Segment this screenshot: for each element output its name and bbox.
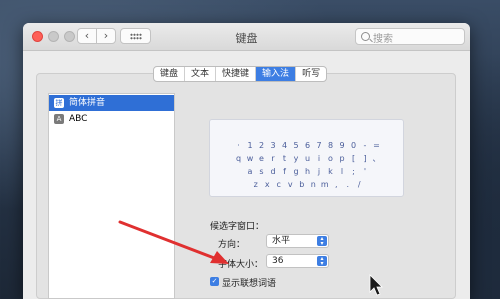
key: b [299, 180, 305, 189]
keyboard-row-3: a s d f g h j k l; ' [210, 159, 405, 176]
predictive-checkbox[interactable]: ✓ [210, 277, 219, 286]
candidate-window-label: 候选字窗口： [210, 222, 265, 232]
keyboard-row-1: · 1 2 3 4 5 6 7 8 9 0- = [210, 133, 405, 150]
font-size-value: 36 [272, 256, 284, 266]
search-icon [361, 32, 370, 41]
orientation-select[interactable]: 水平 ▴ ▾ [266, 234, 329, 248]
key: c [276, 180, 281, 189]
tab-text[interactable]: 文本 [185, 67, 217, 81]
tab-bar: 键盘 文本 快捷键 输入法 听写 [153, 66, 328, 82]
key: v [287, 180, 293, 189]
key: . [346, 180, 350, 189]
abc-icon: A [54, 114, 64, 124]
pinyin-icon: 拼 [54, 98, 64, 108]
list-item-label: ABC [69, 114, 88, 124]
list-item-simplified-pinyin[interactable]: 拼 简体拼音 [49, 95, 174, 111]
tab-keyboard[interactable]: 键盘 [154, 67, 186, 81]
tab-shortcuts[interactable]: 快捷键 [216, 67, 257, 81]
orientation-value: 水平 [272, 236, 291, 246]
chevron-updown-icon: ▴ ▾ [317, 236, 327, 247]
keyboard-row-2: q w e r t y u i o p[]、 [210, 146, 405, 163]
key: n [310, 180, 316, 189]
predictive-label: 显示联想词语 [222, 279, 277, 289]
search-input[interactable]: 搜索 [355, 28, 465, 45]
font-size-label: 字体大小： [218, 260, 264, 270]
keyboard-row-4: z x c v b n m,. / [210, 172, 405, 189]
key: x [264, 180, 270, 189]
list-item-abc[interactable]: A ABC [49, 111, 174, 127]
search-placeholder: 搜索 [373, 34, 393, 45]
list-item-label: 简体拼音 [69, 98, 106, 108]
font-size-select[interactable]: 36 ▴ ▾ [266, 254, 329, 268]
tab-dictation[interactable]: 听写 [296, 67, 326, 81]
key: m [320, 180, 329, 189]
keyboard-preview: · 1 2 3 4 5 6 7 8 9 0- = q w e r t y u i o p[]、 a s d f g h j k l; ' … [209, 119, 404, 197]
orientation-label: 方向： [218, 240, 246, 250]
title-bar: ‹ › 键盘 搜索 [23, 23, 470, 51]
tab-input-sources[interactable]: 输入法 [256, 67, 297, 81]
chevron-updown-icon: ▴ ▾ [317, 256, 327, 267]
key: z [253, 180, 258, 189]
key: , [334, 180, 338, 189]
input-source-list: 拼 简体拼音 A ABC [48, 93, 175, 299]
key: / [357, 180, 361, 189]
